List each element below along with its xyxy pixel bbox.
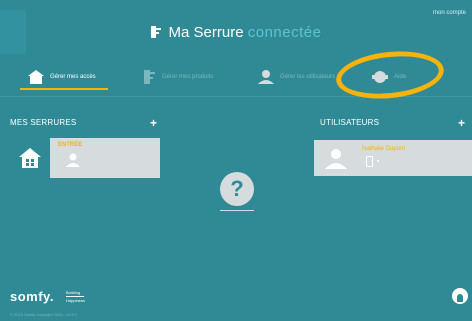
help-tab-highlight-annotation	[333, 46, 447, 104]
brand-tagline-bar	[66, 296, 84, 297]
person-icon	[66, 153, 80, 167]
key-icon	[150, 26, 161, 38]
app-title-main: Ma Serrure	[168, 24, 244, 41]
house-icon	[28, 70, 44, 84]
account-link[interactable]: mon compte	[433, 10, 466, 16]
lock-card[interactable]: ENTRÉE	[10, 138, 160, 178]
add-user-button[interactable]: +	[458, 117, 465, 129]
brand-logo: somfy.	[10, 289, 54, 304]
add-lock-button[interactable]: +	[150, 117, 157, 129]
active-tab-indicator	[20, 88, 108, 90]
app-title-light: connectée	[247, 24, 322, 41]
avatar	[314, 140, 358, 176]
status-dot	[377, 160, 379, 162]
lock-name: ENTRÉE	[58, 142, 83, 148]
assistant-icon	[457, 294, 463, 302]
brand-tagline-1: Building	[66, 290, 81, 295]
key-icon	[144, 70, 155, 84]
assistant-button[interactable]	[452, 288, 468, 304]
person-icon	[258, 70, 274, 84]
person-icon	[325, 149, 347, 169]
locks-section-title: MES SERRURES	[10, 118, 77, 127]
tab-label: Gérer les utilisateurs	[280, 74, 336, 80]
user-card[interactable]: Nathalie Dupont	[314, 140, 472, 176]
lock-house-tile	[10, 138, 50, 178]
house-icon	[19, 148, 41, 168]
tab-label: Gérer mes accès	[50, 74, 96, 80]
help-button[interactable]: ?	[220, 172, 254, 206]
copyright-text: © 2016 Somfy copyright 2015 - v4.0.7	[10, 312, 78, 317]
users-section-title: UTILISATEURS	[320, 118, 380, 127]
app-title: Ma Serrure connectée	[0, 24, 472, 42]
phone-icon	[366, 156, 373, 167]
tab-manage-users[interactable]: Gérer les utilisateurs	[258, 60, 335, 94]
tab-manage-products[interactable]: Gérer mes produits	[144, 60, 213, 94]
tab-label: Gérer mes produits	[162, 74, 214, 80]
brand-tagline-2: Happiness	[66, 298, 85, 303]
help-underline	[220, 210, 254, 211]
user-name: Nathalie Dupont	[362, 146, 406, 152]
brand-tagline: Building Happiness	[66, 290, 85, 303]
